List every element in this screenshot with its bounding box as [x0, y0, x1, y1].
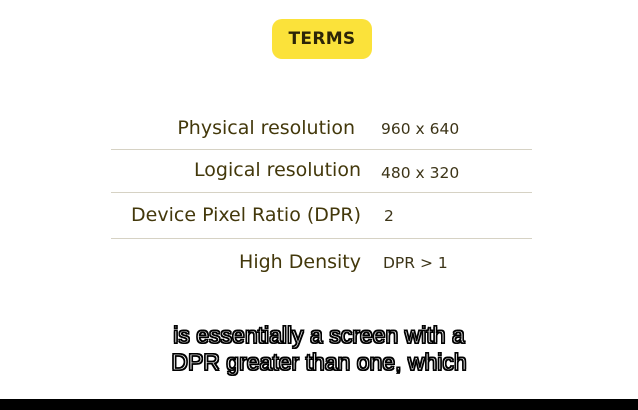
term-row-logical-resolution: Logical resolution 480 x 320: [111, 159, 532, 187]
term-label: Physical resolution: [177, 117, 355, 139]
term-row-high-density: High Density DPR > 1: [111, 251, 532, 279]
term-definition: 480 x 320: [381, 164, 460, 182]
bottom-bar: [0, 399, 638, 410]
caption-line: is essentially a screen with a: [173, 321, 466, 348]
term-row-device-pixel-ratio: Device Pixel Ratio (DPR) 2: [111, 204, 532, 232]
terms-badge: TERMS: [272, 19, 372, 59]
subtitle-caption: is essentially a screen with a DPR great…: [0, 321, 638, 376]
terms-badge-label: TERMS: [288, 29, 356, 49]
term-label: High Density: [239, 251, 361, 273]
term-definition: 2: [384, 207, 394, 225]
row-divider: [111, 238, 532, 239]
row-divider: [111, 149, 532, 150]
term-definition: 960 x 640: [381, 120, 460, 138]
term-label: Logical resolution: [194, 159, 361, 181]
term-label: Device Pixel Ratio (DPR): [131, 204, 361, 226]
term-definition: DPR > 1: [383, 254, 448, 272]
caption-line: DPR greater than one, which: [171, 348, 468, 375]
row-divider: [111, 192, 532, 193]
term-row-physical-resolution: Physical resolution 960 x 640: [111, 117, 532, 145]
